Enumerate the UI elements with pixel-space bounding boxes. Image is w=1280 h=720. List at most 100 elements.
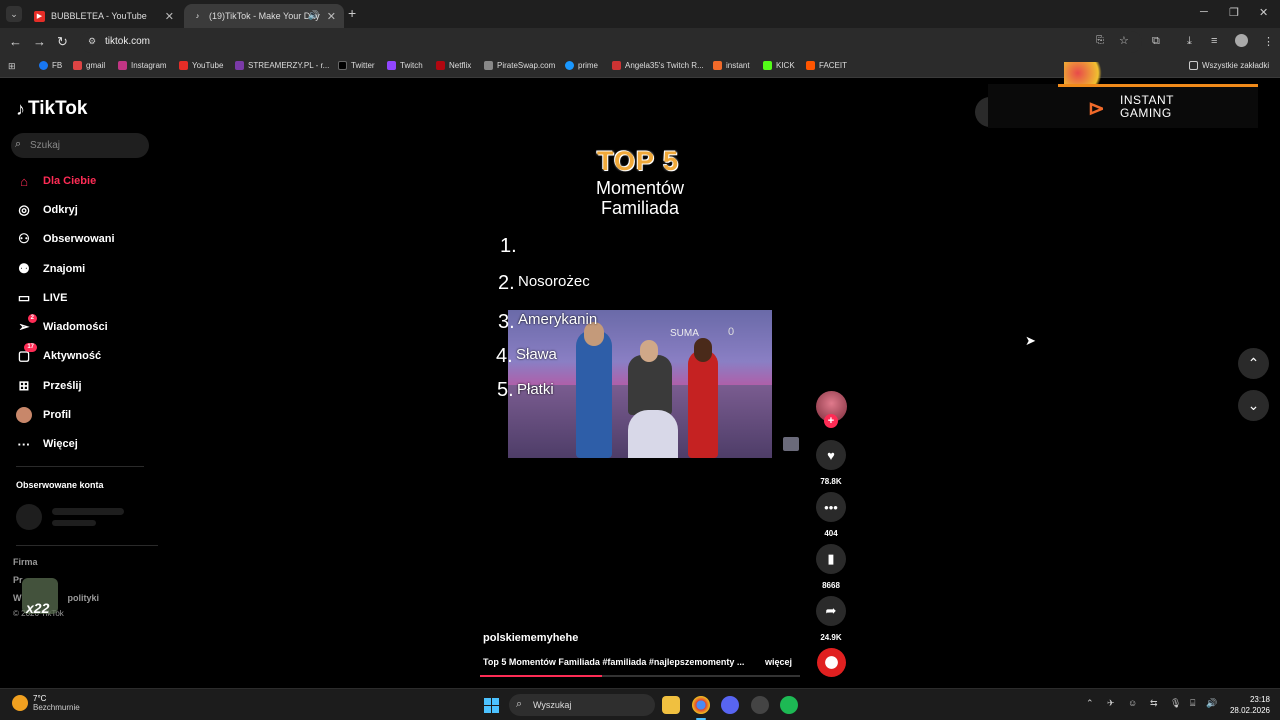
new-tab-icon[interactable]: + bbox=[348, 5, 356, 21]
save-button[interactable]: ▮ bbox=[816, 544, 846, 574]
tab-list-icon[interactable]: ⌄ bbox=[6, 6, 22, 22]
restore-icon[interactable]: ❐ bbox=[1229, 6, 1239, 19]
tray-app-icon[interactable]: ⇆ bbox=[1150, 698, 1158, 709]
bookmark-instant[interactable]: instant bbox=[713, 61, 750, 70]
download-icon[interactable]: ⤓ bbox=[1187, 35, 1192, 48]
thumbnail-icon bbox=[783, 437, 799, 451]
address-bar[interactable]: ⚙ tiktok.com ⎘ ☆ bbox=[80, 31, 1142, 53]
nav-activity[interactable]: ▢ 17 Aktywność bbox=[16, 343, 101, 366]
list-number: 1. bbox=[500, 235, 517, 257]
weather-widget[interactable]: 7°C Bezchmurnie bbox=[12, 694, 80, 712]
close-window-icon[interactable]: ✕ bbox=[1259, 6, 1268, 19]
video-author[interactable]: polskiememyhehe bbox=[483, 632, 578, 644]
nav-following[interactable]: ⚇ Obserwowani bbox=[16, 229, 114, 249]
bookmark-youtube[interactable]: YouTube bbox=[179, 61, 223, 70]
all-bookmarks[interactable]: Wszystkie zakładki bbox=[1189, 61, 1269, 70]
forward-icon[interactable]: → bbox=[33, 34, 46, 49]
tray-overflow-icon[interactable]: ⌃ bbox=[1086, 698, 1094, 709]
audio-icon[interactable]: 🔊 bbox=[308, 10, 319, 21]
tiktok-logo[interactable]: ♪ TikTok bbox=[16, 98, 87, 120]
taskbar-search[interactable]: ⌕ Wyszukaj bbox=[509, 694, 655, 716]
next-video-button[interactable]: ⌄ bbox=[1238, 390, 1269, 421]
bookmark-streamerzy[interactable]: STREAMERZY.PL - r... bbox=[235, 61, 329, 70]
mouse-cursor-icon: ➤ bbox=[1025, 333, 1036, 348]
file-explorer-icon[interactable] bbox=[662, 696, 680, 714]
extensions-icon[interactable]: ⧉ bbox=[1152, 35, 1160, 48]
more-button[interactable]: więcej bbox=[765, 657, 792, 667]
search-input[interactable]: ⌕ Szukaj bbox=[11, 133, 149, 158]
live-icon: ▭ bbox=[17, 290, 31, 305]
netflix-icon bbox=[436, 61, 445, 70]
video-description: Top 5 Momentów Familiada #familiada #naj… bbox=[483, 657, 745, 667]
bookmark-twitch[interactable]: Twitch bbox=[387, 61, 423, 70]
search-icon: ⌕ bbox=[516, 698, 523, 710]
apps-grid-icon[interactable]: ⊞ bbox=[8, 61, 16, 72]
microphone-icon[interactable]: 🎙 bbox=[1170, 698, 1181, 709]
comment-button[interactable]: ••• bbox=[816, 492, 846, 522]
nav-more[interactable]: ··· Więcej bbox=[16, 434, 78, 454]
discord-icon[interactable] bbox=[721, 696, 739, 714]
nav-profile[interactable]: Profil bbox=[16, 405, 71, 425]
bookmark-fb[interactable]: FB bbox=[39, 61, 62, 70]
nav-explore[interactable]: ◎ Odkryj bbox=[16, 200, 78, 220]
bookmark-gmail[interactable]: gmail bbox=[73, 61, 105, 70]
bookmark-angela[interactable]: Angela35's Twitch R... bbox=[612, 61, 704, 70]
previous-video-button[interactable]: ⌃ bbox=[1238, 348, 1269, 379]
search-placeholder: Szukaj bbox=[30, 140, 61, 151]
bookmark-star-icon[interactable]: ☆ bbox=[1119, 34, 1129, 47]
site-info-icon[interactable]: ⚙ bbox=[88, 36, 96, 47]
network-icon[interactable]: ⌸ bbox=[1190, 698, 1195, 709]
x-twitter-icon bbox=[338, 61, 347, 70]
bookmark-kick[interactable]: KICK bbox=[763, 61, 795, 70]
score-label: SUMA bbox=[670, 328, 699, 339]
list-item: Amerykanin bbox=[518, 311, 598, 328]
bookmark-prime[interactable]: prime bbox=[565, 61, 598, 70]
like-count: 78.8K bbox=[820, 477, 842, 486]
like-button[interactable]: ♥ bbox=[816, 440, 846, 470]
nav-upload[interactable]: ⊞ Prześlij bbox=[16, 376, 82, 396]
tiktok-icon: ♪ bbox=[16, 98, 25, 119]
taskbar-clock[interactable]: 23:18 28.02.2026 bbox=[1226, 694, 1270, 716]
tab-tiktok[interactable]: ♪ (19)TikTok - Make Your Day 🔊 ✕ bbox=[184, 4, 344, 28]
follow-plus-icon[interactable]: + bbox=[824, 414, 838, 428]
windows-start-icon[interactable] bbox=[484, 698, 499, 713]
tray-app-icon[interactable]: ✈ bbox=[1107, 698, 1115, 709]
close-tab-icon[interactable]: ✕ bbox=[327, 10, 336, 23]
streamer-watermark: x22 bbox=[22, 578, 58, 616]
install-app-icon[interactable]: ⎘ bbox=[1096, 35, 1104, 46]
list-number: 5. bbox=[497, 379, 514, 401]
bookmark-instagram[interactable]: Instagram bbox=[118, 61, 167, 70]
nav-friends[interactable]: ⚉ Znajomi bbox=[16, 259, 85, 279]
steam-icon[interactable] bbox=[751, 696, 769, 714]
search-icon: ⌕ bbox=[15, 138, 22, 150]
footer-company[interactable]: Firma bbox=[13, 557, 38, 567]
nav-messages[interactable]: ➢ 2 Wiadomości bbox=[16, 314, 108, 337]
chrome-icon[interactable] bbox=[692, 696, 710, 714]
bookmark-faceit[interactable]: FACEIT bbox=[806, 61, 847, 70]
profile-avatar-icon[interactable] bbox=[1235, 34, 1248, 47]
comment-icon: ••• bbox=[824, 499, 838, 515]
menu-icon[interactable]: ⋮ bbox=[1263, 35, 1274, 48]
volume-icon[interactable]: 🔊 bbox=[1206, 698, 1217, 709]
discord-tray-icon[interactable]: ☺ bbox=[1128, 698, 1137, 708]
list-item: Nosorożec bbox=[518, 273, 590, 290]
upload-icon: ⊞ bbox=[18, 378, 30, 393]
close-tab-icon[interactable]: ✕ bbox=[165, 10, 174, 23]
minimize-icon[interactable]: ─ bbox=[1200, 6, 1208, 18]
nav-live[interactable]: ▭ LIVE bbox=[16, 288, 68, 308]
facebook-icon bbox=[39, 61, 48, 70]
list-number: 3. bbox=[498, 311, 515, 333]
activity-badge: 17 bbox=[24, 343, 37, 352]
spotify-icon[interactable] bbox=[780, 696, 798, 714]
music-disc-icon[interactable] bbox=[817, 648, 846, 677]
reading-list-icon[interactable]: ≡ bbox=[1211, 35, 1217, 47]
share-button[interactable]: ➦ bbox=[816, 596, 846, 626]
bookmark-netflix[interactable]: Netflix bbox=[436, 61, 471, 70]
back-icon[interactable]: ← bbox=[9, 34, 22, 49]
bookmark-twitter[interactable]: Twitter bbox=[338, 61, 375, 70]
tab-youtube[interactable]: ▶ BUBBLETEA - YouTube ✕ bbox=[26, 4, 182, 28]
reload-icon[interactable]: ↻ bbox=[57, 34, 68, 50]
video-progress-bar[interactable] bbox=[480, 675, 800, 677]
bookmark-pirateswap[interactable]: PirateSwap.com bbox=[484, 61, 555, 70]
nav-for-you[interactable]: ⌂ Dla Ciebie bbox=[16, 171, 96, 191]
